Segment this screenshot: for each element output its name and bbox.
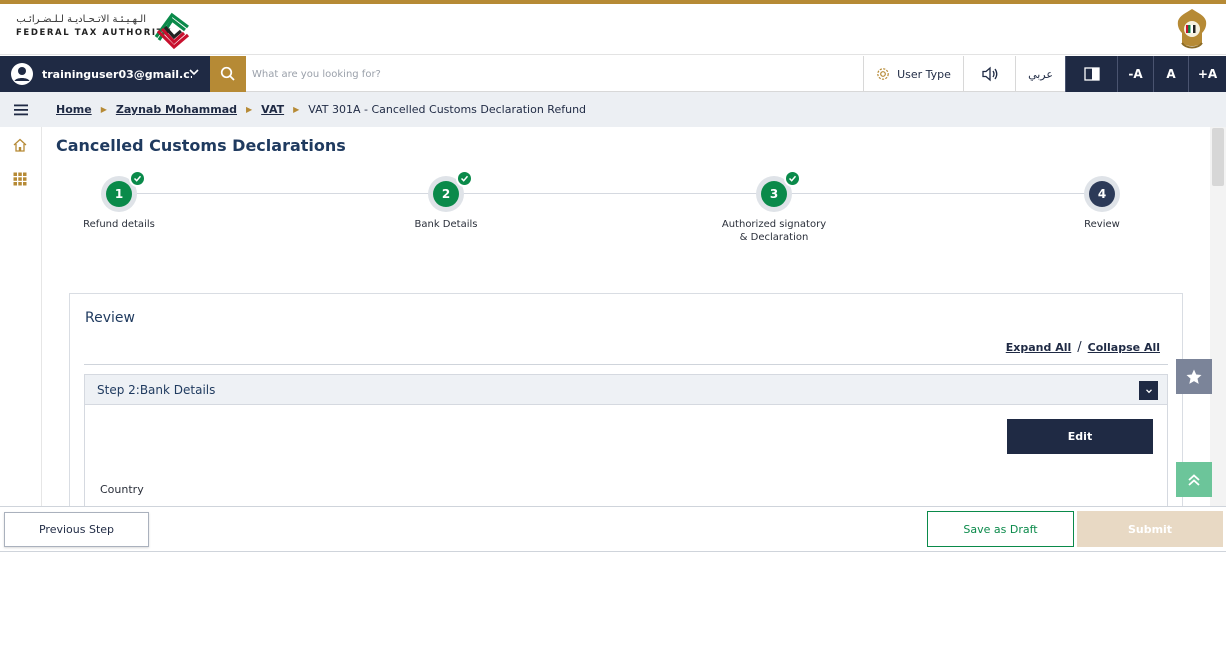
check-icon [456, 170, 473, 187]
breadcrumb-vat-link[interactable]: VAT [261, 103, 284, 116]
step-4[interactable]: 4 Review [1042, 176, 1162, 231]
expand-all-link[interactable]: Expand All [1006, 341, 1072, 354]
logo-arabic-text: الـهـيـئـة الاتـحـاديـة لـلـضـرائـب [16, 14, 146, 25]
breadcrumb-home-link[interactable]: Home [56, 103, 92, 116]
step-ring: 1 [101, 170, 146, 212]
previous-step-button[interactable]: Previous Step [4, 512, 149, 547]
step-2[interactable]: 2 Bank Details [386, 170, 506, 231]
section-collapse-toggle[interactable] [1139, 381, 1158, 400]
card-divider [84, 364, 1168, 365]
expand-collapse-controls: Expand All / Collapse All [1006, 340, 1160, 355]
step-label: Refund details [83, 219, 155, 230]
step-label: Bank Details [414, 219, 478, 230]
progress-stepper: 1 Refund details 2 Bank Details 3 Author… [60, 170, 1160, 260]
step-number: 4 [1089, 181, 1115, 207]
hamburger-menu-button[interactable] [0, 92, 42, 127]
uae-emblem-icon [1177, 9, 1207, 49]
bank-details-section-header[interactable]: Step 2:Bank Details [84, 374, 1168, 405]
user-email: traininguser03@gmail.c... [42, 67, 192, 81]
search-icon [220, 66, 235, 81]
home-icon [13, 138, 27, 152]
fta-logo-icon[interactable] [150, 7, 194, 51]
page-scrollbar-thumb[interactable] [1212, 128, 1224, 186]
favorite-button[interactable] [1176, 359, 1212, 394]
action-footer: Previous Step Save as Draft Submit [0, 506, 1226, 552]
step-ring: 3 [756, 170, 801, 212]
step-3[interactable]: 3 Authorized signatory & Declaration [714, 170, 834, 244]
font-normal-button[interactable]: A [1153, 56, 1188, 92]
search-input[interactable] [252, 60, 852, 88]
site-header: الـهـيـئـة الاتـحـاديـة لـلـضـرائـب FEDE… [0, 4, 1226, 55]
hamburger-icon [14, 104, 28, 115]
breadcrumb-arrow-icon: ▶ [293, 105, 300, 114]
check-icon [784, 170, 801, 187]
review-card: Review Expand All / Collapse All Step 2:Ba… [69, 293, 1183, 508]
user-type-button[interactable]: User Type [863, 56, 963, 92]
save-as-draft-button[interactable]: Save as Draft [927, 511, 1074, 547]
logo-english-text: FEDERAL TAX AUTHORITY [16, 28, 172, 38]
breadcrumb-arrow-icon: ▶ [100, 105, 107, 114]
breadcrumb-current: VAT 301A - Cancelled Customs Declaration… [308, 103, 587, 116]
step-label: Review [1084, 219, 1120, 230]
user-avatar-icon [11, 63, 33, 85]
check-icon [129, 170, 146, 187]
fta-logo-text[interactable]: الـهـيـئـة الاتـحـاديـة لـلـضـرائـب FEDE… [16, 14, 172, 38]
country-field-label: Country [100, 483, 144, 496]
apps-grid-icon [13, 172, 27, 186]
user-account-menu[interactable]: traininguser03@gmail.c... [0, 56, 210, 92]
page-title: Cancelled Customs Declarations [56, 136, 346, 155]
contrast-icon [1083, 67, 1100, 81]
breadcrumb-user-link[interactable]: Zaynab Mohammad [116, 103, 237, 116]
stepper-connector-line [118, 193, 1102, 194]
step-number: 1 [106, 181, 132, 207]
review-title: Review [85, 310, 135, 326]
gear-icon [877, 68, 889, 80]
user-type-label: User Type [897, 67, 951, 81]
sidebar-apps-button[interactable] [10, 169, 30, 189]
collapse-all-link[interactable]: Collapse All [1088, 341, 1160, 354]
speaker-icon [981, 66, 997, 82]
breadcrumb-arrow-icon: ▶ [246, 105, 253, 114]
scroll-to-top-button[interactable] [1176, 462, 1212, 497]
edit-button[interactable]: Edit [1007, 419, 1153, 454]
step-ring: 2 [428, 170, 473, 212]
contrast-toggle-button[interactable] [1065, 56, 1117, 92]
expand-separator: / [1077, 340, 1082, 355]
step-1[interactable]: 1 Refund details [59, 170, 179, 231]
step-ring: 4 [1084, 176, 1120, 212]
breadcrumb: Home ▶ Zaynab Mohammad ▶ VAT ▶ VAT 301A … [42, 92, 1226, 127]
top-toolbar: traininguser03@gmail.c... User Type عربي… [0, 56, 1226, 92]
double-chevron-up-icon [1188, 473, 1200, 486]
chevron-down-icon[interactable] [188, 66, 200, 78]
font-decrease-button[interactable]: -A [1117, 56, 1153, 92]
text-to-speech-button[interactable] [963, 56, 1015, 92]
star-icon [1186, 369, 1202, 384]
submit-button[interactable]: Submit [1077, 511, 1223, 547]
left-sidebar [0, 92, 42, 506]
font-increase-button[interactable]: +A [1188, 56, 1226, 92]
step-label: Authorized signatory & Declaration [721, 219, 827, 243]
search-button[interactable] [210, 56, 246, 92]
language-toggle[interactable]: عربي [1015, 56, 1065, 92]
section-title: Step 2:Bank Details [97, 382, 216, 397]
sidebar-home-button[interactable] [10, 135, 30, 155]
step-number: 2 [433, 181, 459, 207]
chevron-down-icon [1145, 388, 1152, 393]
step-number: 3 [761, 181, 787, 207]
bank-details-section-body: Edit Country [84, 405, 1168, 508]
